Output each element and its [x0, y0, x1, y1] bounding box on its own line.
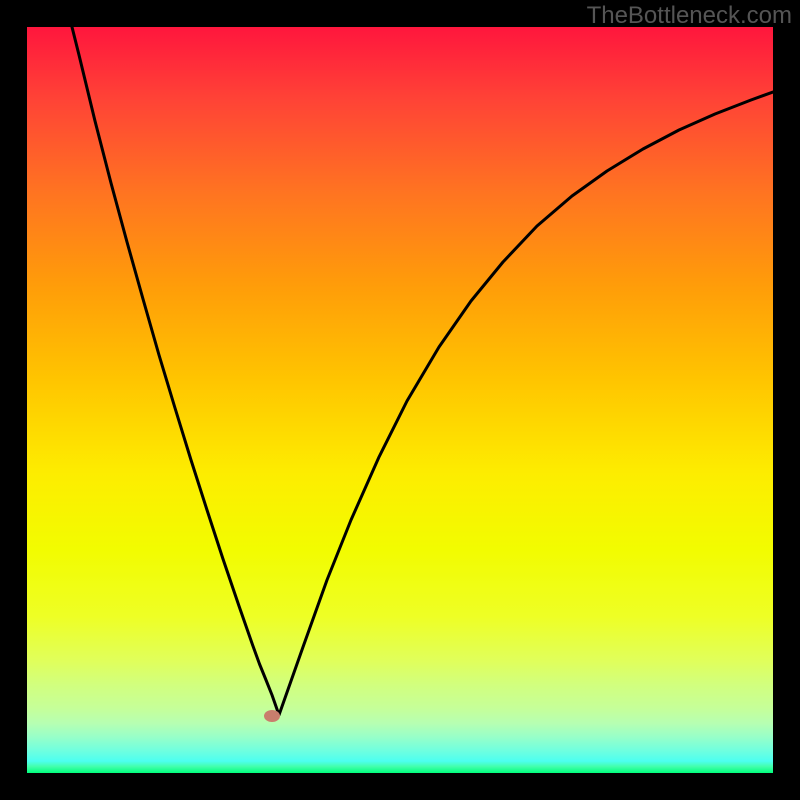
- plot-area: [27, 27, 773, 773]
- curve-layer: [27, 27, 773, 773]
- watermark-text: TheBottleneck.com: [587, 2, 792, 30]
- bottleneck-curve: [72, 27, 773, 715]
- chart-frame: TheBottleneck.com: [0, 0, 800, 800]
- optimum-marker: [264, 710, 280, 722]
